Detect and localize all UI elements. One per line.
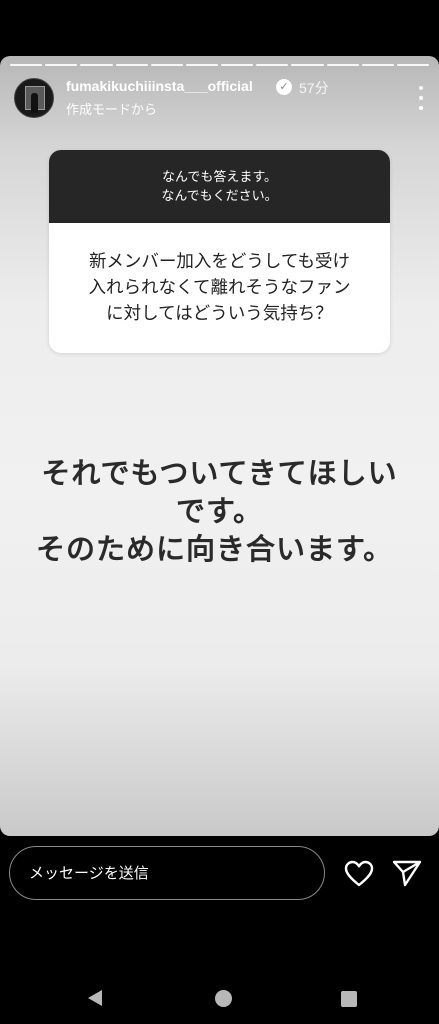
answer-line: それでもついてきてほしい [41,456,398,490]
system-navigation-bar [0,976,439,1016]
reply-bar: メッセージを送信 [0,836,439,1024]
message-input[interactable]: メッセージを送信 [9,846,325,900]
question-sticker: なんでも答えます。 なんでもください。 新メンバー加入をどうしても受け 入れられ… [49,150,390,353]
home-icon[interactable] [215,990,232,1007]
username[interactable]: fumakikuchiiinsta___official [66,78,253,94]
story-viewer[interactable]: fumakikuchiiinsta___official ✓ 57分 作成モード… [0,56,439,836]
post-time: 57分 [299,80,329,96]
question-prompt-line: なんでもください。 [161,188,278,204]
answer-text: それでもついてきてほしい です。 そのために向き合います。 [20,454,419,568]
verified-badge-icon: ✓ [276,79,292,95]
story-progress-bar [10,64,430,66]
recent-apps-icon[interactable] [341,991,357,1007]
heart-icon[interactable] [343,858,375,888]
question-text-line: に対してはどういう気持ち？ [106,304,333,324]
send-icon[interactable] [391,858,423,888]
story-header: fumakikuchiiinsta___official ✓ 57分 作成モード… [14,78,425,118]
back-icon[interactable] [86,988,104,1008]
question-text-line: 新メンバー加入をどうしても受け [88,252,351,272]
question-prompt-line: なんでも答えます。 [161,169,278,185]
more-options-icon[interactable] [417,86,425,110]
answer-line: です。 [175,494,264,528]
question-text-line: 入れられなくて離れそうなファン [88,278,351,298]
story-subtitle[interactable]: 作成モードから [66,99,157,118]
avatar[interactable] [14,78,54,118]
question-text: 新メンバー加入をどうしても受け 入れられなくて離れそうなファン に対してはどうい… [49,223,390,353]
answer-line: そのために向き合います。 [36,532,394,566]
question-sticker-header: なんでも答えます。 なんでもください。 [49,150,390,223]
